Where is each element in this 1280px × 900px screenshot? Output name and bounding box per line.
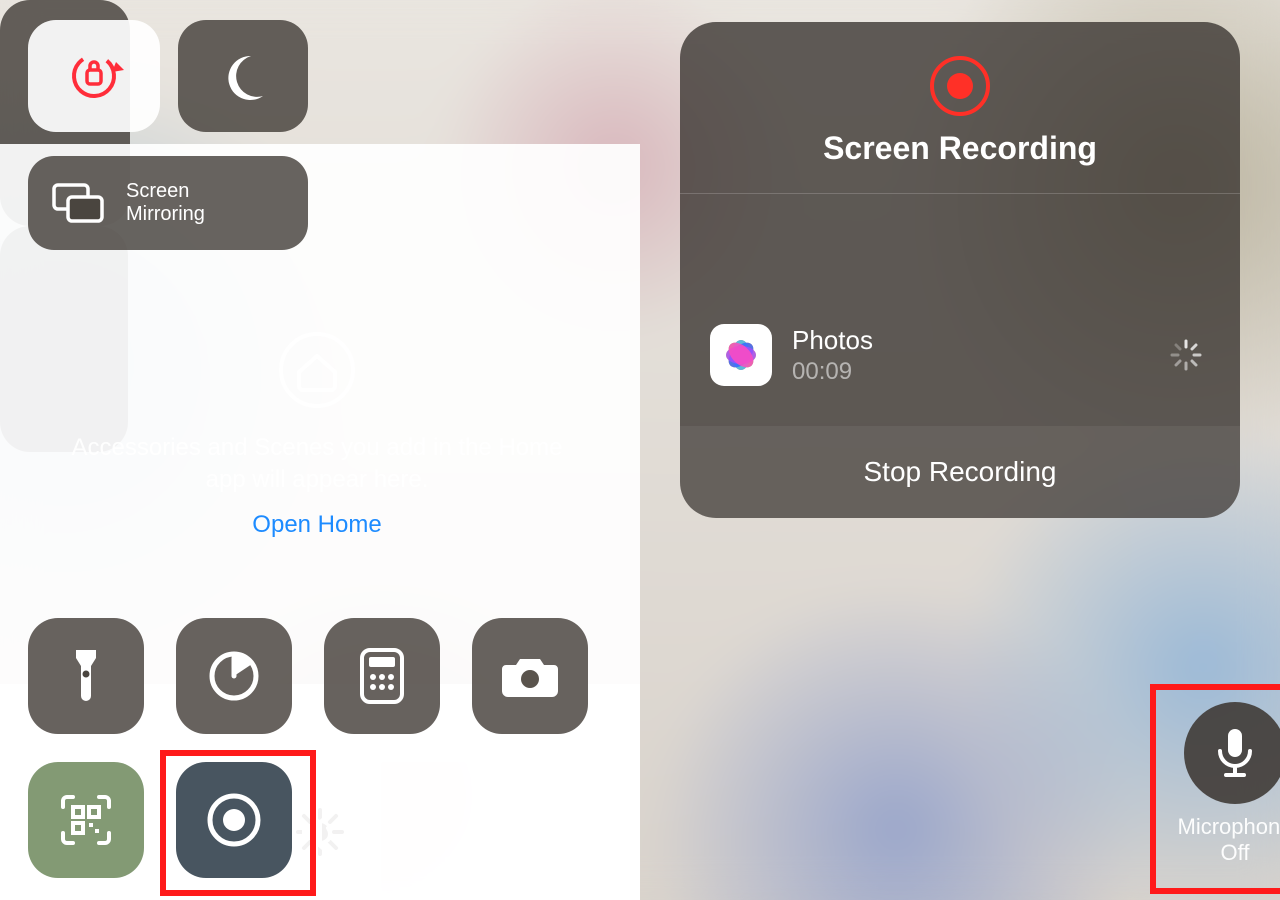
microphone-status-label: Microphone Off [1140,814,1280,867]
screen-mirroring-button[interactable]: Screen Mirroring [28,156,308,250]
home-placeholder-text: Accessories and Scenes you add in the Ho… [28,432,606,497]
microphone-icon [1212,725,1258,781]
recording-elapsed-time: 00:09 [792,358,873,386]
rotation-lock-icon [62,44,126,108]
recording-target-name: Photos [792,325,873,356]
quick-actions-row-2 [28,762,292,878]
open-home-link[interactable]: Open Home [28,511,606,539]
record-icon [203,789,265,851]
home-icon [279,332,355,408]
screen-recording-title: Screen Recording [680,130,1240,167]
loading-spinner-icon [1168,337,1204,373]
timer-button[interactable] [176,618,292,734]
camera-button[interactable] [472,618,588,734]
flashlight-icon [62,644,110,708]
calculator-button[interactable] [324,618,440,734]
photos-app-icon [710,324,772,386]
screen-recording-sheet: Screen Recording [680,22,1240,518]
divider [680,193,1240,194]
do-not-disturb-button[interactable] [178,20,308,132]
home-card: Accessories and Scenes you add in the Ho… [28,320,606,580]
microphone-label-line2: Off [1140,840,1280,866]
moon-icon [215,48,271,104]
screen-mirroring-label: Screen Mirroring [126,180,205,226]
recording-target-row[interactable]: Photos 00:09 [680,302,1240,408]
camera-icon [500,653,560,699]
recording-indicator-icon [930,86,990,103]
microphone-toggle[interactable] [1184,702,1280,804]
stop-recording-button[interactable]: Stop Recording [680,426,1240,518]
screen-mirroring-icon [50,181,106,225]
qr-icon [57,791,115,849]
rotation-lock-button[interactable] [28,20,160,132]
control-center-panel: Screen Mirroring Accessories and Scenes … [0,0,640,900]
microphone-label-line1: Microphone [1140,814,1280,840]
quick-actions-row-1 [28,618,588,734]
calculator-icon [359,647,405,705]
timer-icon [206,648,262,704]
screen-record-button[interactable] [176,762,292,878]
qr-scanner-button[interactable] [28,762,144,878]
stop-recording-label: Stop Recording [863,456,1056,488]
screen-recording-panel: Screen Recording [640,0,1280,900]
flashlight-button[interactable] [28,618,144,734]
